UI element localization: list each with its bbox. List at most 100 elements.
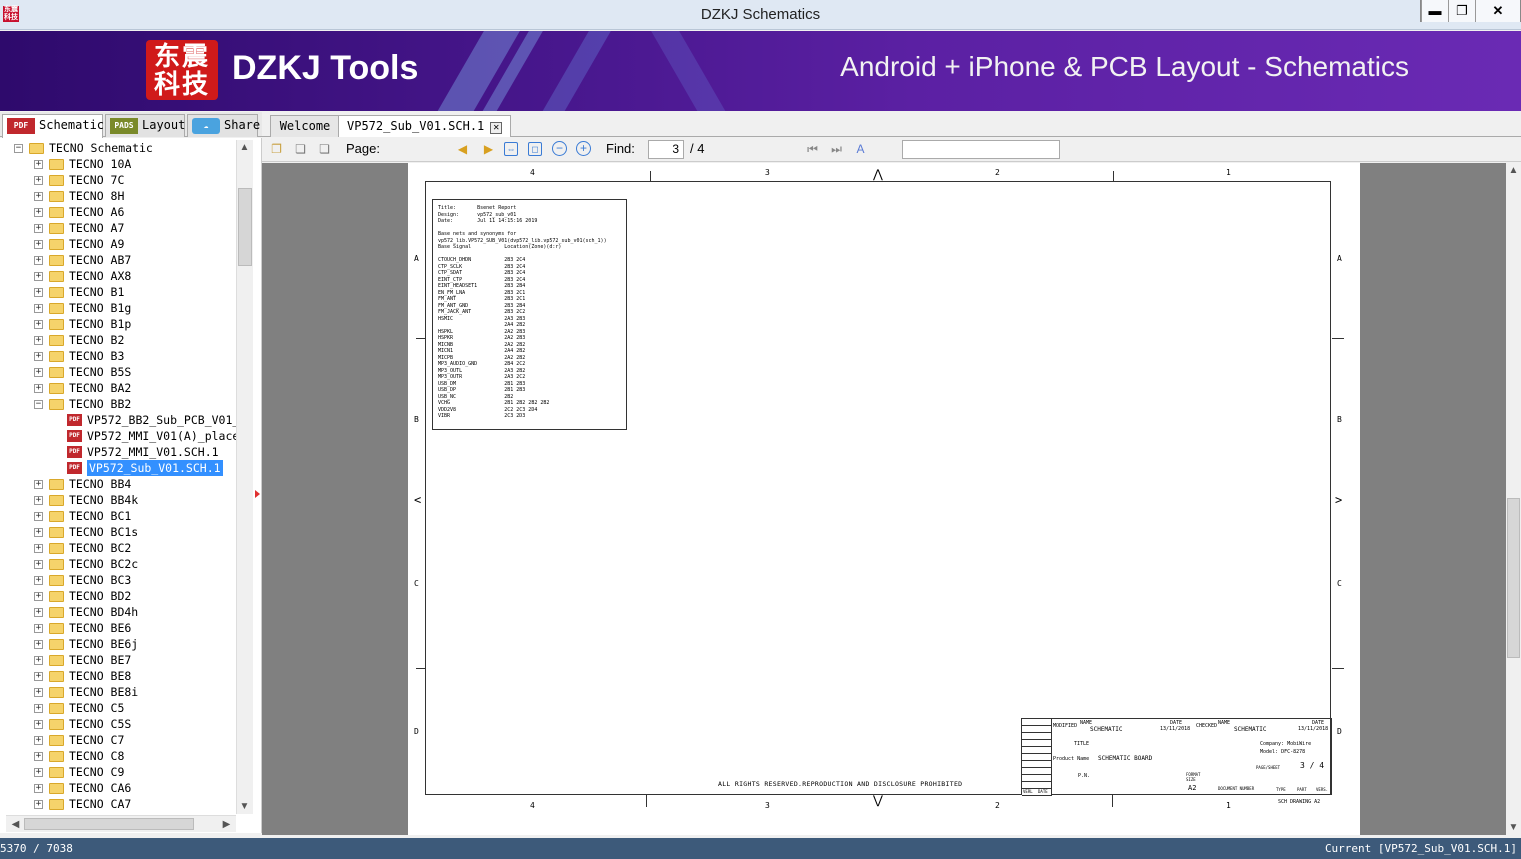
expand-icon[interactable]: + [34, 368, 43, 377]
folder-item[interactable]: + TECNO 8H [0, 188, 236, 204]
scrollbar-thumb[interactable] [1507, 498, 1520, 658]
file-item[interactable]: PDF VP572_MMI_V01.SCH.1 [0, 444, 236, 460]
expand-icon[interactable]: + [34, 176, 43, 185]
tab-schematic[interactable]: PDF Schematic [2, 114, 104, 138]
folder-item[interactable]: + TECNO C5S [0, 716, 236, 732]
folder-item[interactable]: + TECNO BC2 [0, 540, 236, 556]
expand-icon[interactable]: + [34, 224, 43, 233]
collapse-icon[interactable]: − [14, 144, 23, 153]
scroll-up-icon[interactable]: ▲ [1506, 163, 1521, 178]
tab-layout[interactable]: PADS Layout [105, 114, 185, 137]
folder-item[interactable]: + TECNO BC2c [0, 556, 236, 572]
fit-width-icon[interactable]: ⇔ [504, 142, 518, 156]
folder-item[interactable]: + TECNO B1 [0, 284, 236, 300]
find-previous-icon[interactable]: ⏮ [804, 141, 821, 158]
zoom-in-icon[interactable]: + [576, 141, 591, 156]
file-item[interactable]: PDF VP572_MMI_V01(A)_placemer [0, 428, 236, 444]
expand-icon[interactable]: + [34, 208, 43, 217]
expand-icon[interactable]: + [34, 272, 43, 281]
folder-item[interactable]: + TECNO B1g [0, 300, 236, 316]
folder-item[interactable]: + TECNO A6 [0, 204, 236, 220]
expand-icon[interactable]: + [34, 544, 43, 553]
expand-icon[interactable]: + [34, 480, 43, 489]
tab-share[interactable]: ☁ Share [187, 114, 260, 137]
scrollbar-thumb[interactable] [238, 188, 252, 266]
folder-item[interactable]: + TECNO BD4h [0, 604, 236, 620]
file-item[interactable]: PDF VP572_BB2_Sub_PCB_V01_pla [0, 412, 236, 428]
tab-document[interactable]: VP572_Sub_V01.SCH.1 ✕ [338, 115, 512, 137]
fit-page-icon[interactable]: ◻ [528, 142, 542, 156]
folder-item[interactable]: + TECNO C5 [0, 700, 236, 716]
folder-item[interactable]: + TECNO C9 [0, 764, 236, 780]
expand-icon[interactable]: + [34, 624, 43, 633]
folder-item[interactable]: + TECNO BB4 [0, 476, 236, 492]
expand-icon[interactable]: + [34, 592, 43, 601]
close-button[interactable]: ✕ [1475, 0, 1520, 22]
folder-item[interactable]: + TECNO B3 [0, 348, 236, 364]
folder-item[interactable]: + TECNO BE6j [0, 636, 236, 652]
folder-item[interactable]: + TECNO BE6 [0, 620, 236, 636]
maximize-button[interactable]: ❐ [1448, 0, 1475, 22]
folder-item[interactable]: + TECNO CA7 [0, 796, 236, 812]
folder-item[interactable]: + TECNO AB7 [0, 252, 236, 268]
expand-icon[interactable]: + [34, 688, 43, 697]
expand-icon[interactable]: + [34, 752, 43, 761]
expand-icon[interactable]: + [34, 704, 43, 713]
minimize-button[interactable]: ▬ [1421, 0, 1448, 22]
expand-icon[interactable]: + [34, 192, 43, 201]
pane-splitter-icon[interactable] [255, 490, 260, 498]
folder-item[interactable]: + TECNO A9 [0, 236, 236, 252]
copy-icon[interactable]: ❏ [292, 141, 309, 158]
folder-item[interactable]: + TECNO 10A [0, 156, 236, 172]
scroll-left-icon[interactable]: ◀ [8, 817, 23, 832]
scroll-down-icon[interactable]: ▼ [237, 799, 252, 814]
folder-item[interactable]: + TECNO BE8i [0, 684, 236, 700]
folder-item[interactable]: + TECNO AX8 [0, 268, 236, 284]
expand-icon[interactable]: + [34, 384, 43, 393]
scrollbar-thumb[interactable] [24, 818, 194, 830]
scroll-right-icon[interactable]: ▶ [219, 817, 234, 832]
expand-icon[interactable]: + [34, 240, 43, 249]
tree-vertical-scrollbar[interactable]: ▲ ▼ [236, 140, 253, 814]
viewer-vertical-scrollbar[interactable]: ▲ ▼ [1506, 163, 1521, 835]
tree-horizontal-scrollbar[interactable]: ◀ ▶ [6, 815, 236, 832]
paste-icon[interactable]: ❏ [316, 141, 333, 158]
folder-item[interactable]: + TECNO BE7 [0, 652, 236, 668]
page-number-input[interactable]: 3 [648, 140, 684, 159]
expand-icon[interactable]: + [34, 336, 43, 345]
expand-icon[interactable]: + [34, 608, 43, 617]
expand-icon[interactable]: + [34, 736, 43, 745]
expand-icon[interactable]: + [34, 720, 43, 729]
folder-item[interactable]: + TECNO BC1s [0, 524, 236, 540]
expand-icon[interactable]: + [34, 288, 43, 297]
folder-item[interactable]: + TECNO B2 [0, 332, 236, 348]
folder-item[interactable]: + TECNO BC1 [0, 508, 236, 524]
folder-item[interactable]: + TECNO C7 [0, 732, 236, 748]
folder-item[interactable]: + TECNO BB4k [0, 492, 236, 508]
next-page-icon[interactable]: ▶ [480, 141, 497, 158]
folder-item[interactable]: + TECNO BE8 [0, 668, 236, 684]
expand-icon[interactable]: + [34, 160, 43, 169]
expand-icon[interactable]: + [34, 528, 43, 537]
folder-item[interactable]: + TECNO BC3 [0, 572, 236, 588]
close-tab-icon[interactable]: ✕ [490, 122, 503, 134]
folder-item[interactable]: + TECNO B5S [0, 364, 236, 380]
open-file-icon[interactable]: ❐ [268, 141, 285, 158]
expand-icon[interactable]: + [34, 560, 43, 569]
expand-icon[interactable]: + [34, 512, 43, 521]
expand-icon[interactable]: + [34, 800, 43, 809]
folder-item[interactable]: + TECNO 7C [0, 172, 236, 188]
previous-page-icon[interactable]: ◀ [454, 141, 471, 158]
folder-item[interactable]: + TECNO BD2 [0, 588, 236, 604]
expand-icon[interactable]: + [34, 496, 43, 505]
document-viewer[interactable]: 4 3 2 1 4 3 2 1 A B C D A B C D ⋀ ⋁ < > … [262, 163, 1506, 835]
tree-root[interactable]: − TECNO Schematic [0, 140, 236, 156]
expand-icon[interactable]: + [34, 768, 43, 777]
tab-welcome[interactable]: Welcome [270, 115, 340, 137]
expand-icon[interactable]: + [34, 656, 43, 665]
expand-icon[interactable]: + [34, 784, 43, 793]
expand-icon[interactable]: + [34, 576, 43, 585]
expand-icon[interactable]: + [34, 640, 43, 649]
folder-item[interactable]: + TECNO B1p [0, 316, 236, 332]
scroll-down-icon[interactable]: ▼ [1506, 820, 1521, 835]
